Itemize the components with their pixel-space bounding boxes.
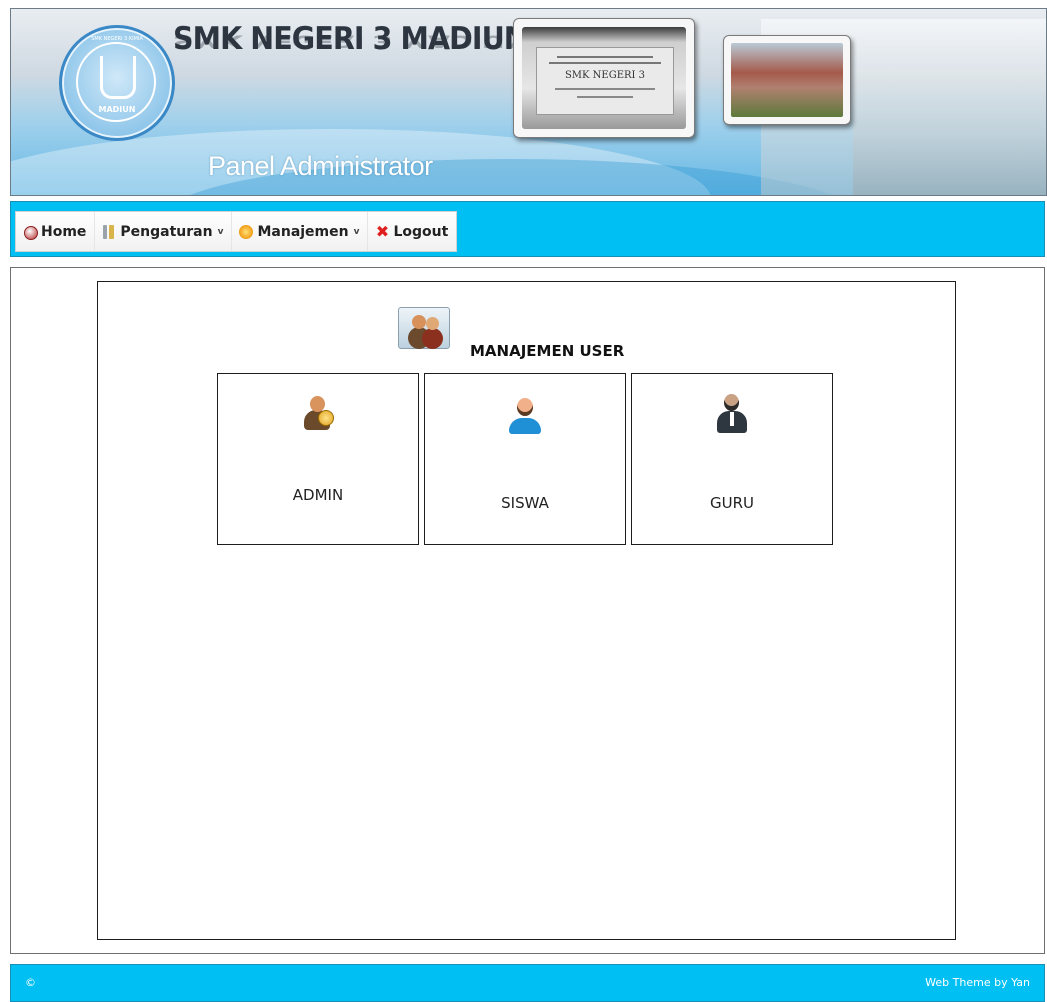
header-banner: SMK NEGERI 3 KIMIA MADIUN SMK NEGERI 3 M… xyxy=(10,8,1047,196)
admin-card[interactable]: ADMIN xyxy=(217,373,419,545)
menu-item-logout[interactable]: ✖ Logout xyxy=(367,212,456,251)
chevron-down-icon: v xyxy=(217,226,224,237)
school-plaque-photo: SMK NEGERI 3 xyxy=(513,18,695,138)
user-management-icon-frame xyxy=(398,307,450,349)
main-menu: Home Pengaturan v Manajemen v ✖ Logout xyxy=(15,211,458,252)
plaque-line xyxy=(577,96,633,98)
plaque-name: SMK NEGERI 3 xyxy=(564,70,646,81)
key-icon xyxy=(318,410,334,426)
guru-card[interactable]: GURU xyxy=(631,373,833,545)
siswa-card[interactable]: SISWA xyxy=(424,373,626,545)
user-management-icon-person xyxy=(412,315,426,329)
theme-credit: Web Theme by Yan xyxy=(925,976,1030,989)
teacher-icon-head xyxy=(724,394,739,411)
home-icon xyxy=(22,224,38,240)
page-title: MANAJEMEN USER xyxy=(470,342,625,360)
user-management-icon-person xyxy=(426,317,439,330)
admin-user-icon xyxy=(298,392,338,432)
menu-item-pengaturan[interactable]: Pengaturan v xyxy=(94,212,231,251)
student-user-icon xyxy=(505,396,545,436)
building-photo-frame xyxy=(731,43,843,117)
copyright-text: © xyxy=(25,976,36,989)
manage-icon xyxy=(238,224,254,240)
admin-card-label: ADMIN xyxy=(292,486,344,504)
footer-bar: © Web Theme by Yan xyxy=(10,964,1045,1002)
user-management-icon xyxy=(398,305,450,349)
menu-item-manajemen[interactable]: Manajemen v xyxy=(231,212,367,251)
siswa-card-label: SISWA xyxy=(501,494,549,512)
plaque-photo-frame: SMK NEGERI 3 xyxy=(522,27,686,129)
menu-item-label: Manajemen xyxy=(257,223,349,240)
plaque-line xyxy=(557,56,653,58)
panel-title: Panel Administrator xyxy=(208,151,433,181)
plaque-line xyxy=(555,88,655,90)
school-name-reflection: SMK NEGERI 3 MADIUN xyxy=(173,31,527,51)
student-icon-head xyxy=(517,398,533,416)
menu-item-home[interactable]: Home xyxy=(16,212,94,251)
navigation-bar: Home Pengaturan v Manajemen v ✖ Logout xyxy=(10,201,1045,257)
plaque-line xyxy=(549,62,661,64)
school-building-photo xyxy=(723,35,851,125)
student-icon-body xyxy=(509,418,541,434)
logo-city-text: MADIUN xyxy=(98,105,136,114)
logout-icon: ✖ xyxy=(375,221,390,241)
menu-item-label: Logout xyxy=(393,223,449,240)
chevron-down-icon: v xyxy=(353,226,360,237)
settings-icon xyxy=(101,224,117,240)
menu-item-label: Pengaturan xyxy=(120,223,213,240)
school-logo: SMK NEGERI 3 KIMIA MADIUN xyxy=(59,25,175,141)
plaque: SMK NEGERI 3 xyxy=(536,47,674,115)
teacher-icon-tie xyxy=(730,412,734,426)
logo-beaker-icon xyxy=(100,56,136,99)
menu-item-label: Home xyxy=(41,223,87,240)
teacher-user-icon xyxy=(712,392,752,433)
guru-card-label: GURU xyxy=(709,494,754,512)
